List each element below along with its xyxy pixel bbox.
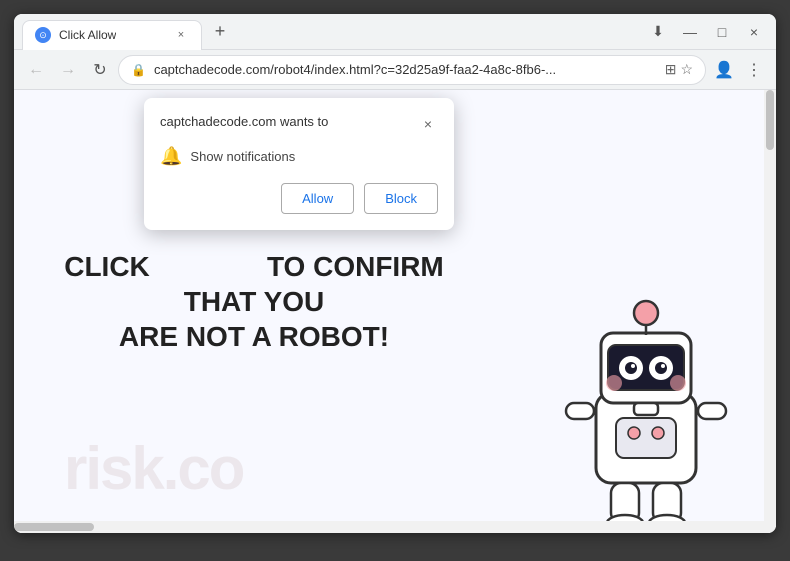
page-content: risk.co CLICK ALLOW TO CONFIRM THAT YOUA… (14, 90, 776, 533)
scrollbar-thumb-vertical[interactable] (766, 90, 774, 150)
tab-close-button[interactable]: × (173, 27, 189, 43)
translate-icon[interactable]: ⊞ (665, 61, 677, 78)
new-tab-button[interactable]: + (206, 18, 234, 46)
page-body: risk.co CLICK ALLOW TO CONFIRM THAT YOUA… (14, 90, 776, 533)
minimize-button[interactable]: — (676, 18, 704, 46)
scrollbar-thumb-horizontal[interactable] (14, 523, 94, 531)
captcha-message: CLICK ALLOW TO CONFIRM THAT YOUARE NOT A… (64, 249, 444, 354)
window-controls: ⬇ — □ × (644, 18, 768, 46)
back-button[interactable]: ← (22, 56, 50, 84)
captcha-text-line1: CLICK ALLOW TO CONFIRM THAT YOUARE NOT A… (64, 249, 444, 354)
robot-illustration (546, 273, 746, 533)
bell-icon: 🔔 (160, 146, 182, 167)
address-bar: ← → ↻ 🔒 captchadecode.com/robot4/index.h… (14, 50, 776, 90)
notification-popup: captchadecode.com wants to × 🔔 Show noti… (144, 98, 454, 230)
block-button[interactable]: Block (364, 183, 438, 214)
refresh-button[interactable]: ↻ (86, 56, 114, 84)
toolbar-icons: 👤 ⋮ (710, 56, 768, 84)
download-icon[interactable]: ⬇ (644, 18, 672, 46)
vertical-scrollbar[interactable] (764, 90, 776, 533)
browser-window: ⊙ Click Allow × + ⬇ — □ × ← → ↻ 🔒 captch… (14, 14, 776, 533)
popup-buttons: Allow Block (160, 183, 438, 214)
profile-icon[interactable]: 👤 (710, 56, 738, 84)
popup-header: captchadecode.com wants to × (160, 114, 438, 134)
notification-row: 🔔 Show notifications (160, 146, 438, 167)
horizontal-scrollbar[interactable] (14, 521, 764, 533)
title-bar: ⊙ Click Allow × + ⬇ — □ × (14, 14, 776, 50)
url-icons: ⊞ ☆ (665, 61, 693, 78)
tab-title: Click Allow (59, 28, 116, 42)
allow-button[interactable]: Allow (281, 183, 354, 214)
tab-bar: ⊙ Click Allow × + (22, 14, 644, 49)
tab-favicon: ⊙ (35, 27, 51, 43)
forward-button[interactable]: → (54, 56, 82, 84)
active-tab[interactable]: ⊙ Click Allow × (22, 20, 202, 50)
url-text: captchadecode.com/robot4/index.html?c=32… (154, 62, 657, 77)
watermark-text: risk.co (64, 434, 243, 503)
menu-icon[interactable]: ⋮ (740, 56, 768, 84)
notification-label: Show notifications (190, 149, 295, 164)
popup-title: captchadecode.com wants to (160, 114, 328, 129)
close-button[interactable]: × (740, 18, 768, 46)
popup-close-button[interactable]: × (418, 114, 438, 134)
lock-icon: 🔒 (131, 63, 146, 77)
maximize-button[interactable]: □ (708, 18, 736, 46)
bookmark-icon[interactable]: ☆ (680, 61, 693, 78)
url-bar[interactable]: 🔒 captchadecode.com/robot4/index.html?c=… (118, 55, 706, 85)
